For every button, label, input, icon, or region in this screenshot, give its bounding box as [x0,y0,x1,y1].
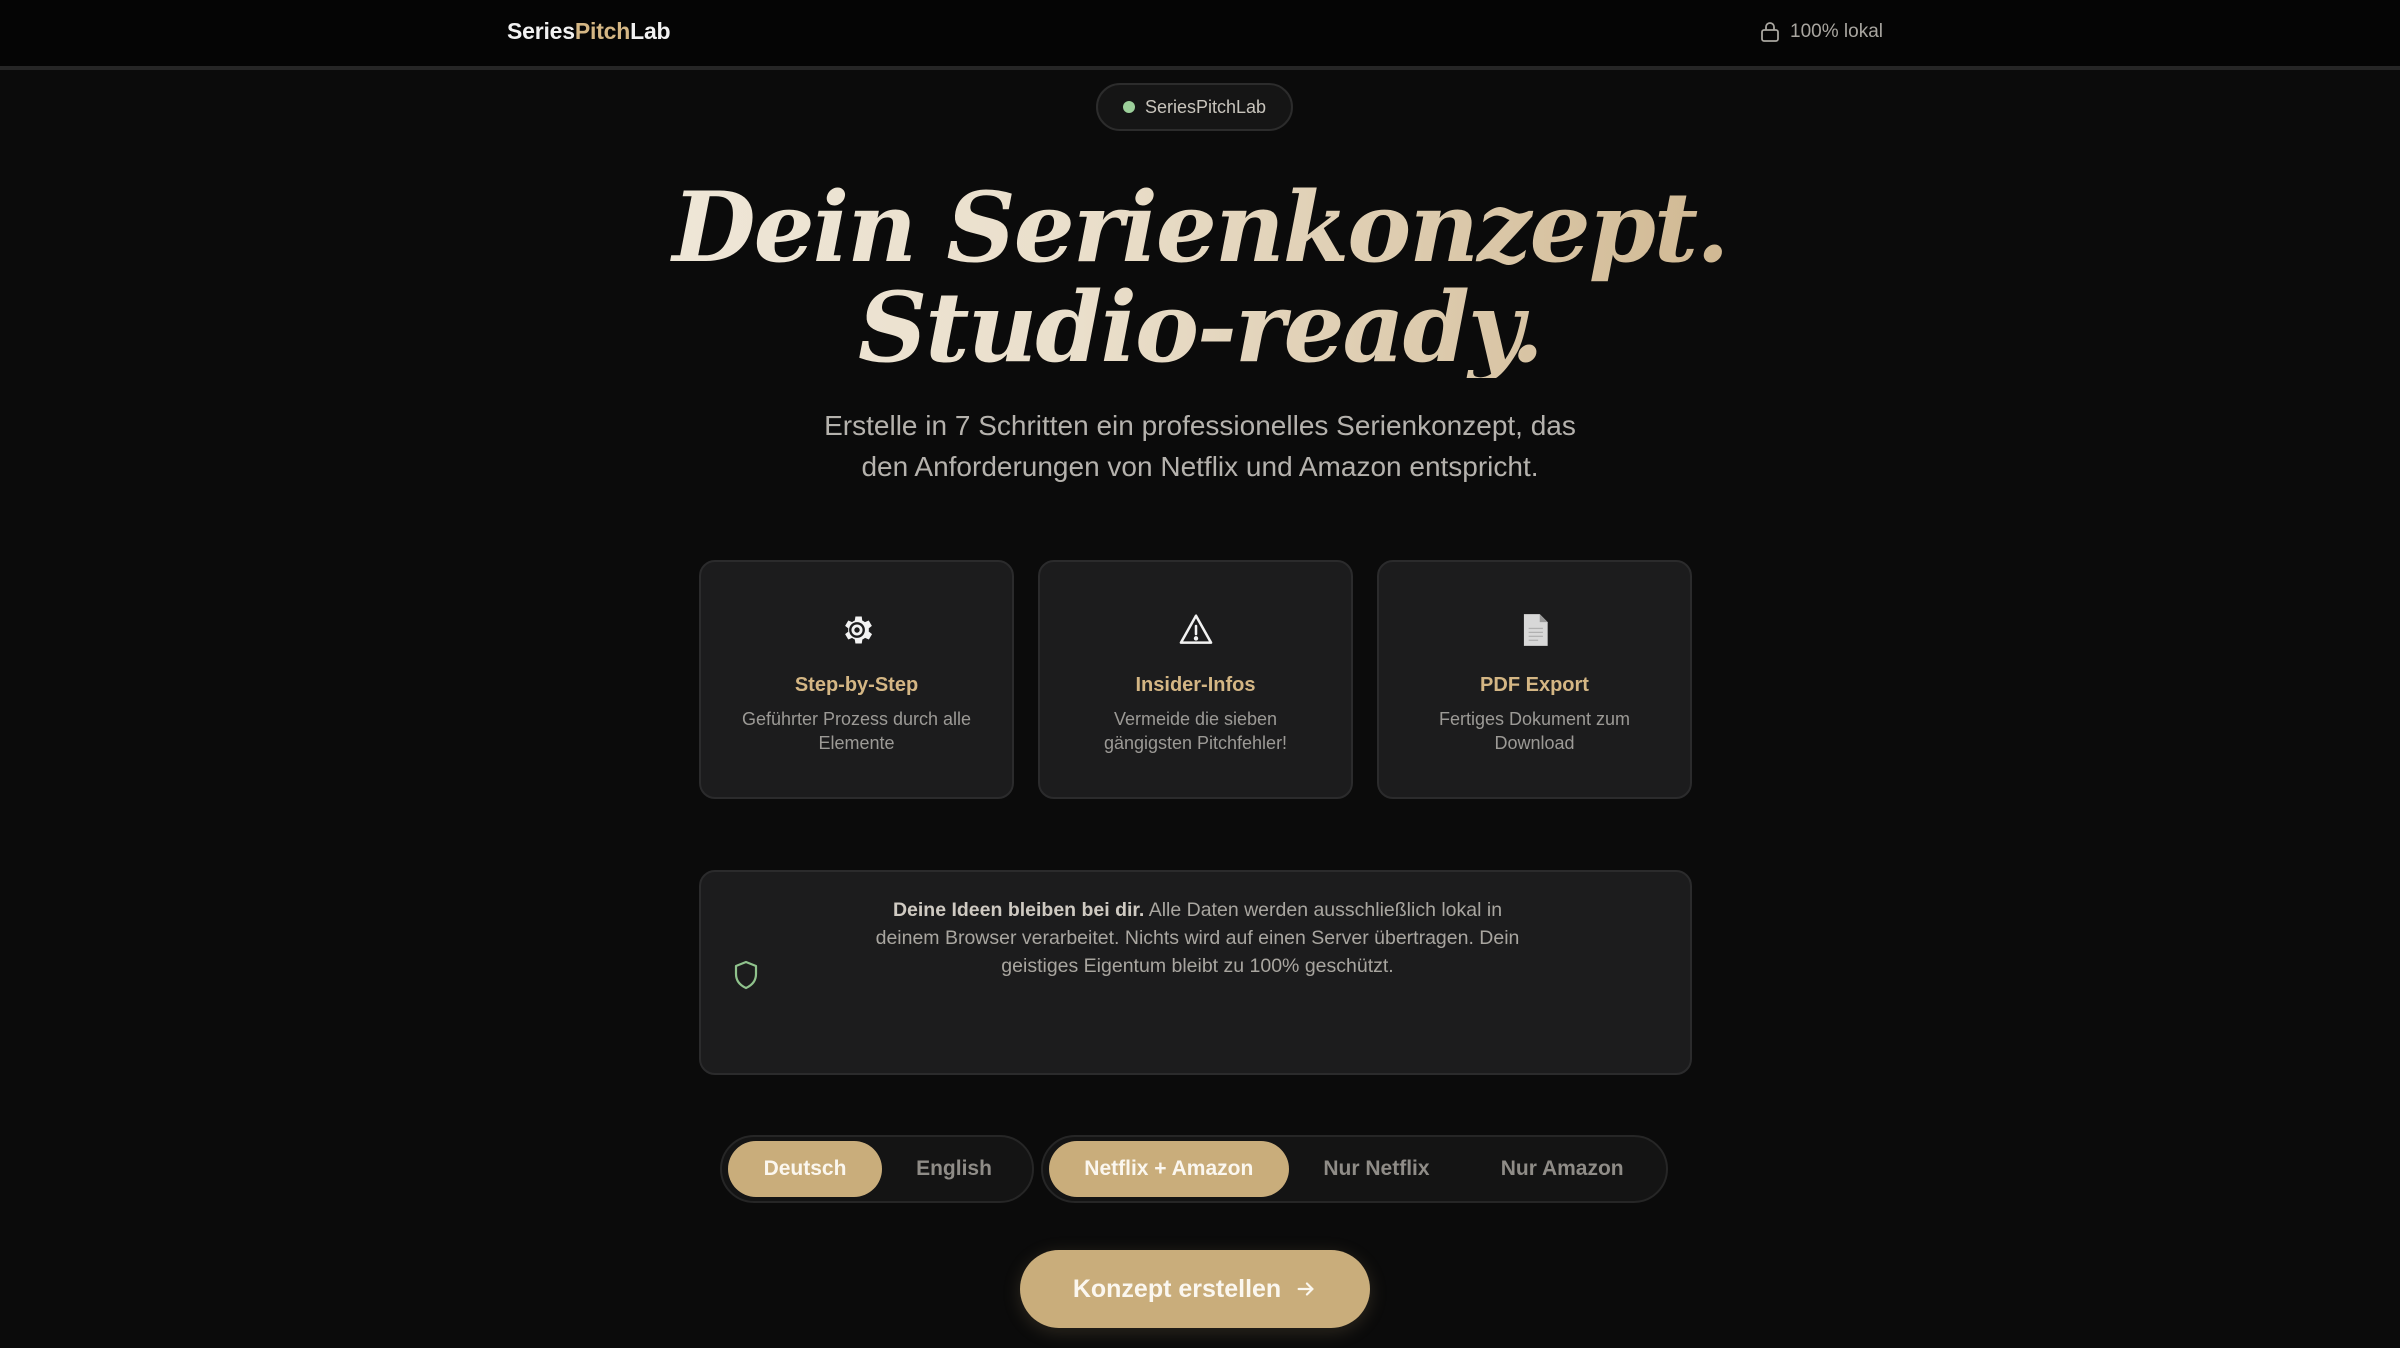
document-icon [1379,608,1690,652]
feature-desc: Geführter Prozess durch alle Elemente [741,709,972,753]
gear-icon [701,608,1012,652]
local-status-label: 100% lokal [1790,21,1883,42]
brand-name-part2: Pitch [574,18,631,44]
feature-card-pdf-export: PDF Export Fertiges Dokument zum Downloa… [1377,560,1692,799]
feature-card-insider-infos: Insider-Infos Vermeide die sieben gängig… [1038,560,1353,799]
feature-desc: Fertiges Dokument zum Download [1438,709,1631,753]
hero-title-line1: Dein Serienkonzept. [672,171,1728,284]
language-option-deutsch[interactable]: Deutsch [728,1141,882,1197]
shield-icon [734,960,758,990]
hero-subtitle: Erstelle in 7 Schritten ein professionel… [780,405,1620,487]
platform-selector: Netflix + Amazon Nur Netflix Nur Amazon [1041,1135,1668,1203]
feature-card-step-by-step: Step-by-Step Geführter Prozess durch all… [699,560,1014,799]
feature-title: Step-by-Step [794,674,919,696]
privacy-notice: Deine Ideen bleiben bei dir. Alle Daten … [699,870,1692,1075]
feature-title: Insider-Infos [1135,674,1256,696]
platform-option-netflix-amazon[interactable]: Netflix + Amazon [1049,1141,1289,1197]
brand-pill-label: SeriesPitchLab [1144,96,1267,117]
lock-icon [1761,22,1779,42]
brand-name-part1: Series [507,18,575,44]
warning-icon [1040,608,1351,652]
language-selector: Deutsch English [720,1135,1034,1203]
platform-option-netflix[interactable]: Nur Netflix [1289,1141,1465,1197]
feature-cards: Step-by-Step Geführter Prozess durch all… [699,560,1692,799]
privacy-bold: Deine Ideen bleiben bei dir. [892,899,1145,921]
top-bar: SeriesPitchLab 100% lokal [0,0,2400,70]
create-concept-label: Konzept erstellen [1072,1274,1282,1303]
arrow-right-icon [1297,1282,1314,1296]
create-concept-button[interactable]: Konzept erstellen [1020,1250,1370,1328]
brand-logo[interactable]: SeriesPitchLab [507,18,671,45]
brand-name-part3: Lab [630,18,671,44]
feature-title: PDF Export [1480,674,1589,696]
hero-subtitle-line2: den Anforderungen von Netflix und Amazon… [861,451,1539,482]
local-status: 100% lokal [1760,21,1883,43]
hero-title: Dein Serienkonzept. Studio-ready. [0,178,2400,378]
brand-pill: SeriesPitchLab [1096,83,1293,131]
privacy-text: Deine Ideen bleiben bei dir. Alle Daten … [861,896,1534,980]
platform-option-amazon[interactable]: Nur Amazon [1464,1141,1660,1197]
feature-desc: Vermeide die sieben gängigsten Pitchfehl… [1103,709,1288,753]
hero-title-line2: Studio-ready. [857,271,1543,384]
hero-subtitle-line1: Erstelle in 7 Schritten ein professionel… [824,410,1576,441]
status-dot-icon [1122,101,1135,113]
language-option-english[interactable]: English [882,1141,1026,1197]
